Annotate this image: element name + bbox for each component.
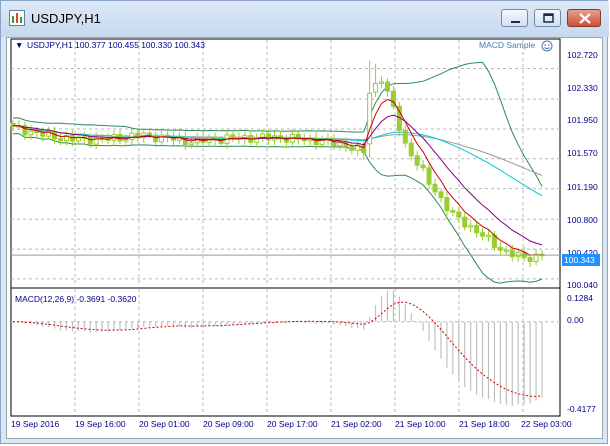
- price-chart[interactable]: [7, 38, 602, 438]
- candle-body: [123, 139, 129, 142]
- candle-body: [432, 183, 438, 193]
- price-tick-label: 101.190: [567, 182, 598, 192]
- candle-body: [503, 249, 509, 253]
- candle-body: [426, 167, 432, 185]
- time-tick-label: 20 Sep 17:00: [267, 419, 318, 429]
- candle-body: [373, 82, 379, 93]
- close-icon: [579, 13, 591, 24]
- main-plot-frame: [10, 38, 561, 289]
- minimize-icon: [511, 21, 520, 23]
- time-tick-label: 22 Sep 03:00: [521, 419, 572, 429]
- macd-scale-label: 0.1284: [567, 293, 593, 303]
- candle-body: [462, 216, 468, 228]
- time-tick-label: 19 Sep 16:00: [75, 419, 126, 429]
- macd-signal-line: [12, 301, 543, 397]
- candle-body: [509, 249, 515, 258]
- candle-body: [438, 191, 444, 199]
- candle-body: [444, 197, 450, 212]
- bollinger-lower-line: [12, 133, 543, 284]
- candle-body: [527, 257, 533, 262]
- price-tick-label: 100.040: [567, 280, 598, 290]
- candle-body: [361, 144, 367, 154]
- candle-body: [384, 81, 390, 92]
- price-tick-label: 102.330: [567, 83, 598, 93]
- smiley-icon: [541, 40, 553, 52]
- candle-body: [349, 146, 355, 151]
- candle-body: [497, 246, 503, 251]
- candle-body: [414, 155, 420, 166]
- candle-body: [480, 232, 486, 237]
- time-tick-label: 19 Sep 2016: [11, 419, 60, 429]
- candle-body: [147, 132, 153, 136]
- candle-body: [402, 129, 408, 144]
- price-tick-label: 102.720: [567, 50, 598, 60]
- candle-body: [408, 142, 414, 157]
- candle-body: [129, 132, 135, 141]
- candle-body: [266, 133, 272, 141]
- candle-body: [468, 224, 474, 228]
- time-tick-label: 21 Sep 18:00: [459, 419, 510, 429]
- dropdown-arrow-icon[interactable]: ▼: [15, 40, 23, 50]
- macd-scale-label: -0.4177: [567, 404, 596, 414]
- time-tick-label: 21 Sep 10:00: [395, 419, 446, 429]
- candle-body: [230, 134, 236, 139]
- candle-body: [474, 224, 480, 234]
- chart-area[interactable]: ▼ USDJPY,H1 100.377 100.455 100.330 100.…: [6, 37, 603, 439]
- price-tick-label: 101.950: [567, 115, 598, 125]
- macd-plot-frame: [10, 287, 561, 417]
- time-tick-label: 20 Sep 01:00: [139, 419, 190, 429]
- bollinger-upper-line: [12, 61, 543, 187]
- maximize-icon: [543, 13, 554, 23]
- price-tick-label: 101.570: [567, 148, 598, 158]
- candle-body: [159, 134, 165, 143]
- maximize-button[interactable]: [534, 9, 561, 27]
- chart-window: USDJPY,H1 ▼ USDJPY,H1 100.377 100.455 10…: [0, 0, 609, 444]
- title-bar[interactable]: USDJPY,H1: [1, 1, 609, 37]
- candle-body: [28, 130, 34, 136]
- candle-body: [486, 234, 492, 238]
- close-button[interactable]: [567, 9, 601, 27]
- moving-average-grey-line: [12, 125, 543, 176]
- candle-body: [58, 138, 64, 142]
- candle-body: [188, 142, 194, 146]
- candle-body: [515, 251, 521, 258]
- chart-header: USDJPY,H1 100.377 100.455 100.330 100.34…: [27, 40, 206, 50]
- minimize-button[interactable]: [501, 9, 528, 27]
- candle-body: [456, 211, 462, 218]
- macd-header: MACD(12,26,9) -0.3691 -0.3620: [15, 294, 137, 304]
- candle-body: [420, 164, 426, 169]
- candle-body: [379, 81, 385, 84]
- macd-scale-label: 0.00: [567, 315, 584, 325]
- moving-average-red-line: [12, 98, 543, 256]
- candle-body: [153, 134, 159, 143]
- candle-body: [450, 210, 456, 213]
- expert-label: MACD Sample: [479, 40, 536, 50]
- time-tick-label: 20 Sep 09:00: [203, 419, 254, 429]
- price-tick-label: 100.800: [567, 215, 598, 225]
- candle-body: [87, 136, 93, 145]
- current-price-tag: 100.343: [562, 254, 600, 266]
- window-title: USDJPY,H1: [31, 11, 101, 26]
- candle-body: [337, 142, 343, 147]
- candle-body: [40, 131, 46, 137]
- time-tick-label: 21 Sep 02:00: [331, 419, 382, 429]
- chart-window-icon: [9, 10, 25, 26]
